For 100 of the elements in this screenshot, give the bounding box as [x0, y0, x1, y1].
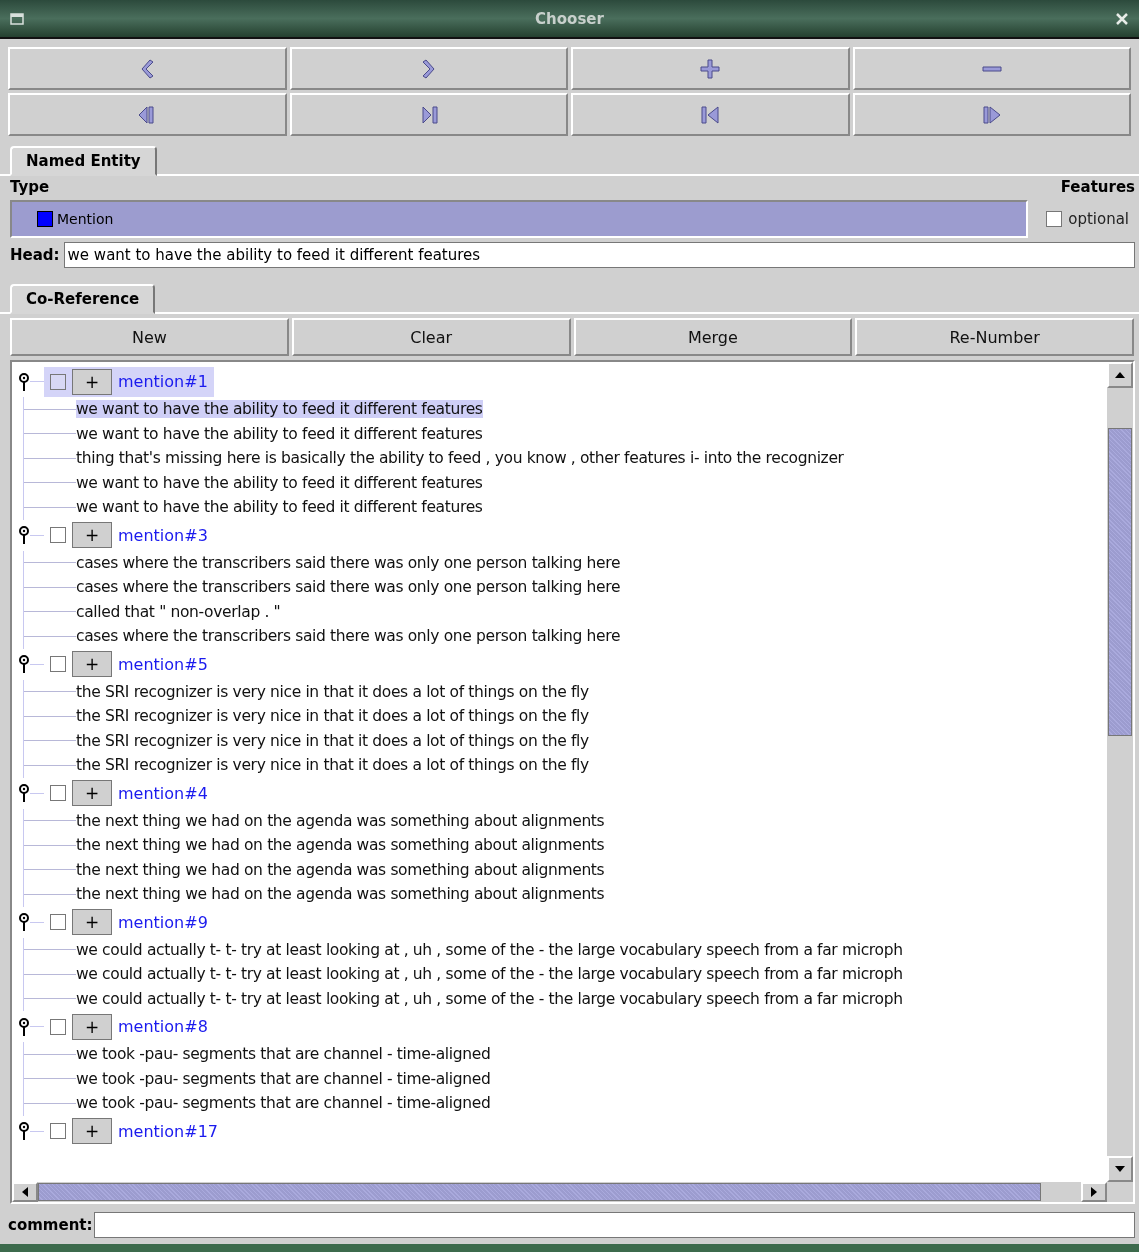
- mention-text[interactable]: we took -pau- segments that are channel - time-aligned: [76, 1045, 491, 1064]
- optional-label: optional: [1068, 210, 1129, 228]
- mention-checkbox[interactable]: [50, 914, 66, 930]
- add-button[interactable]: +: [72, 909, 112, 935]
- tree-handle-icon[interactable]: [18, 1121, 30, 1141]
- action-button[interactable]: New: [10, 318, 289, 356]
- plus-icon: [699, 57, 722, 80]
- left-arrow-icon: [21, 1186, 29, 1198]
- comment-field[interactable]: [94, 1212, 1135, 1238]
- comment-label: comment:: [8, 1216, 93, 1234]
- step-back-icon: [699, 103, 722, 126]
- mention-checkbox[interactable]: [50, 656, 66, 672]
- mention-text[interactable]: we want to have the ability to feed it different features: [76, 473, 483, 492]
- tree-handle-icon[interactable]: [18, 371, 30, 392]
- scroll-left-button[interactable]: [12, 1182, 38, 1202]
- type-list-item[interactable]: Mention: [12, 202, 1027, 236]
- mention-text[interactable]: we want to have the ability to feed it different features: [76, 400, 483, 419]
- mention-checkbox[interactable]: [50, 527, 66, 543]
- mention-node[interactable]: + mention#17: [44, 1116, 224, 1146]
- mention-label: mention#17: [118, 1121, 218, 1141]
- mention-node[interactable]: + mention#9: [44, 907, 214, 937]
- mention-text[interactable]: the next thing we had on the agenda was something about alignments: [76, 836, 605, 855]
- mention-checkbox[interactable]: [50, 785, 66, 801]
- mention-checkbox[interactable]: [50, 1123, 66, 1139]
- add-button[interactable]: +: [72, 1013, 112, 1040]
- scroll-up-button[interactable]: [1107, 362, 1133, 388]
- right-arrow-icon: [1090, 1186, 1098, 1198]
- co-reference-tab[interactable]: Co-Reference: [10, 284, 156, 314]
- add-button[interactable]: +: [72, 651, 112, 677]
- vertical-scrollbar[interactable]: [1107, 362, 1133, 1182]
- add-button[interactable]: +: [72, 522, 112, 548]
- nav-button[interactable]: [289, 47, 568, 90]
- tree-handle-icon[interactable]: [18, 783, 30, 803]
- mention-checkbox[interactable]: [50, 1018, 66, 1035]
- head-field[interactable]: we want to have the ability to feed it different features: [63, 242, 1135, 268]
- action-button[interactable]: Merge: [573, 318, 853, 356]
- mention-label: mention#5: [118, 654, 208, 674]
- mention-text[interactable]: the SRI recognizer is very nice in that it does a lot of things on the fly: [76, 756, 589, 775]
- tree-handle-icon[interactable]: [18, 525, 30, 545]
- minus-icon: [980, 65, 1003, 72]
- nav-button[interactable]: [8, 93, 287, 136]
- scroll-thumb[interactable]: [1108, 428, 1132, 736]
- horizontal-scrollbar[interactable]: [12, 1182, 1133, 1202]
- add-button[interactable]: +: [72, 780, 112, 806]
- mention-text[interactable]: the next thing we had on the agenda was something about alignments: [76, 885, 605, 904]
- mention-label: mention#4: [118, 783, 208, 803]
- down-arrow-icon: [1114, 1165, 1126, 1173]
- window-title: Chooser: [534, 9, 605, 28]
- nav-button[interactable]: [571, 93, 850, 136]
- mention-label: mention#3: [118, 525, 208, 545]
- mention-label: mention#8: [118, 1017, 208, 1036]
- mention-text[interactable]: the SRI recognizer is very nice in that it does a lot of things on the fly: [76, 682, 589, 701]
- optional-checkbox[interactable]: [1046, 211, 1063, 227]
- features-label: Features: [1060, 178, 1135, 196]
- nav-button[interactable]: [852, 93, 1131, 136]
- scroll-thumb[interactable]: [38, 1183, 1041, 1201]
- mention-text[interactable]: we want to have the ability to feed it different features: [76, 424, 483, 443]
- mention-checkbox[interactable]: [50, 373, 66, 390]
- tree-handle-icon[interactable]: [18, 654, 30, 674]
- up-arrow-icon: [1114, 371, 1126, 379]
- nav-button[interactable]: [289, 93, 568, 136]
- mention-node[interactable]: + mention#4: [44, 778, 214, 808]
- action-button[interactable]: Clear: [291, 318, 571, 356]
- mention-text[interactable]: we could actually t- t- try at least looking at , uh , some of the - the large vocabulary speech from a far microph: [76, 965, 903, 984]
- mention-node[interactable]: + mention#3: [44, 520, 214, 550]
- mention-text[interactable]: we want to have the ability to feed it different features: [76, 498, 483, 517]
- mention-text[interactable]: we could actually t- t- try at least looking at , uh , some of the - the large vocabulary speech from a far microph: [76, 989, 903, 1008]
- mention-text[interactable]: called that " non-overlap . ": [76, 602, 281, 621]
- type-name: Mention: [57, 211, 114, 227]
- scroll-right-button[interactable]: [1081, 1182, 1107, 1202]
- head-label: Head:: [10, 246, 60, 264]
- mention-text[interactable]: cases where the transcribers said there was only one person talking here: [76, 553, 621, 572]
- mention-text[interactable]: the SRI recognizer is very nice in that it does a lot of things on the fly: [76, 707, 589, 726]
- mention-text[interactable]: we could actually t- t- try at least looking at , uh , some of the - the large vocabulary speech from a far microph: [76, 940, 903, 959]
- nav-button[interactable]: [852, 47, 1131, 90]
- nav-button[interactable]: [8, 47, 287, 90]
- tree-handle-icon[interactable]: [18, 1016, 30, 1037]
- mention-node[interactable]: + mention#5: [44, 649, 214, 679]
- mention-node[interactable]: + mention#8: [44, 1011, 214, 1042]
- named-entity-tab[interactable]: Named Entity: [10, 146, 157, 176]
- scroll-down-button[interactable]: [1107, 1156, 1133, 1182]
- window-icon: [10, 12, 24, 25]
- nav-button[interactable]: [571, 47, 850, 90]
- mention-text[interactable]: the SRI recognizer is very nice in that it does a lot of things on the fly: [76, 731, 589, 750]
- mention-text[interactable]: cases where the transcribers said there was only one person talking here: [76, 578, 621, 597]
- mention-node[interactable]: + mention#1: [44, 366, 214, 397]
- mention-text[interactable]: we took -pau- segments that are channel - time-aligned: [76, 1094, 491, 1113]
- add-button[interactable]: +: [72, 368, 112, 395]
- mention-text[interactable]: the next thing we had on the agenda was something about alignments: [76, 860, 605, 879]
- mention-text[interactable]: cases where the transcribers said there was only one person talking here: [76, 627, 621, 646]
- mention-text[interactable]: thing that's missing here is basically the ability to feed , you know , other features i- into the recognizer: [76, 449, 844, 468]
- mention-label: mention#1: [118, 372, 208, 391]
- mention-text[interactable]: the next thing we had on the agenda was something about alignments: [76, 811, 605, 830]
- add-button[interactable]: +: [72, 1118, 112, 1144]
- step-forward-icon: [980, 103, 1003, 126]
- mention-text[interactable]: we took -pau- segments that are channel - time-aligned: [76, 1069, 491, 1088]
- close-icon: [1115, 11, 1129, 26]
- tree-handle-icon[interactable]: [18, 912, 30, 932]
- action-button[interactable]: Re-Number: [855, 318, 1134, 356]
- mention-label: mention#9: [118, 912, 208, 932]
